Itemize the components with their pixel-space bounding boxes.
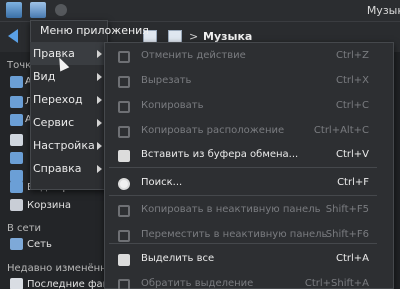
- edit-menu-item-shortcut: Shift+F5: [325, 204, 369, 215]
- place-item-network[interactable]: Сеть: [10, 236, 52, 252]
- place-icon[interactable]: [10, 114, 23, 126]
- app-menu-item-label: Вид: [33, 70, 56, 83]
- title-bar: Музык: [0, 0, 400, 22]
- edit-menu-item[interactable]: Поиск... Ctrl+F: [105, 172, 393, 197]
- edit-menu-item[interactable]: Вставить из буфера обмена... Ctrl+V: [105, 144, 393, 169]
- place-item-label: Корзина: [27, 199, 72, 211]
- copy-icon: [118, 101, 130, 113]
- application-menu-title: Меню приложения: [40, 24, 149, 37]
- network-heading: В сети: [7, 223, 42, 234]
- binoculars-icon: [118, 178, 130, 190]
- app-menu-item[interactable]: Справка: [30, 157, 108, 180]
- app-menu-item[interactable]: Сервис: [30, 111, 108, 134]
- copy-location-icon: [118, 126, 130, 138]
- place-icon[interactable]: [10, 152, 23, 164]
- chevron-right-icon: [97, 119, 102, 127]
- edit-menu-item-label: Переместить в неактивную панель: [141, 229, 328, 240]
- edit-menu-item[interactable]: Копировать расположение Ctrl+Alt+C: [105, 120, 393, 145]
- menu-separator: [109, 167, 377, 168]
- chevron-right-icon: [97, 142, 102, 150]
- edit-menu-item[interactable]: Вырезать Ctrl+X: [105, 70, 393, 95]
- app-menu-item[interactable]: Вид: [30, 65, 108, 88]
- edit-menu-item-shortcut: Ctrl+Shift+A: [304, 278, 369, 289]
- place-icon[interactable]: [10, 76, 23, 88]
- recent-files-icon: [10, 278, 23, 289]
- app-menu-item-label: Сервис: [33, 116, 75, 129]
- place-item-label: Последние файл: [27, 278, 116, 289]
- app-menu-item[interactable]: Правка: [30, 42, 108, 65]
- undo-icon: [118, 51, 130, 63]
- app-menu-item-label: Настройка: [33, 139, 95, 152]
- scissors-icon: [118, 76, 130, 88]
- edit-menu-item[interactable]: Выделить все Ctrl+A: [105, 248, 393, 273]
- edit-menu-item-label: Вставить из буфера обмена...: [141, 149, 299, 160]
- edit-menu-item-shortcut: Shift+F6: [325, 229, 369, 240]
- edit-menu-item-label: Выделить все: [141, 253, 215, 264]
- paste-icon: [118, 150, 130, 162]
- select-all-icon: [118, 254, 130, 266]
- edit-submenu: Отменить действие Ctrl+Z Вырезать Ctrl+X Коп…: [104, 42, 394, 289]
- window-menu-icon[interactable]: [30, 2, 46, 18]
- network-icon: [10, 238, 23, 250]
- edit-menu-item-shortcut: Ctrl+C: [335, 100, 369, 111]
- edit-menu-item-label: Отменить действие: [141, 50, 246, 61]
- edit-menu-item-shortcut: Ctrl+Z: [335, 50, 369, 61]
- menu-separator: [109, 195, 377, 196]
- edit-menu-item-label: Обратить выделение: [141, 278, 254, 289]
- edit-menu-item-shortcut: Ctrl+Alt+C: [313, 125, 369, 136]
- edit-menu-item-shortcut: Ctrl+F: [337, 177, 369, 188]
- edit-menu-item-label: Копировать расположение: [141, 125, 285, 136]
- chevron-right-icon: [97, 96, 102, 104]
- edit-menu-item[interactable]: Отменить действие Ctrl+Z: [105, 45, 393, 70]
- app-menu-item-label: Справка: [33, 162, 82, 175]
- edit-menu-item[interactable]: Обратить выделение Ctrl+Shift+A: [105, 273, 393, 289]
- app-menu-item[interactable]: Переход: [30, 88, 108, 111]
- back-arrow-icon[interactable]: [8, 29, 18, 43]
- edit-menu-item[interactable]: Копировать в неактивную панель Shift+F5: [105, 199, 393, 224]
- chevron-right-icon: [97, 50, 102, 58]
- move-to-panel-icon: [118, 230, 130, 242]
- trash-icon: [10, 199, 23, 211]
- chevron-right-icon: [97, 73, 102, 81]
- edit-menu-item[interactable]: Копировать Ctrl+C: [105, 95, 393, 120]
- app-menu-item-label: Переход: [33, 93, 83, 106]
- chevron-right-icon: [97, 165, 102, 173]
- edit-menu-item-shortcut: Ctrl+X: [335, 75, 369, 86]
- place-item-recent[interactable]: Последние файл: [10, 276, 116, 289]
- place-icon[interactable]: [10, 134, 23, 146]
- edit-menu-item[interactable]: Переместить в неактивную панель Shift+F6: [105, 224, 393, 249]
- edit-menu-item-shortcut: Ctrl+V: [335, 149, 369, 160]
- place-item-label: Сеть: [27, 238, 52, 250]
- copy-to-panel-icon: [118, 205, 130, 217]
- app-icon[interactable]: [6, 2, 22, 18]
- app-menu-item[interactable]: Настройка: [30, 134, 108, 157]
- place-item-trash[interactable]: Корзина: [10, 197, 71, 213]
- video-folder-icon: [10, 181, 23, 193]
- place-icon[interactable]: [10, 96, 23, 108]
- invert-selection-icon: [118, 279, 130, 289]
- app-menu-item-label: Правка: [33, 47, 75, 60]
- edit-menu-item-shortcut: Ctrl+A: [335, 253, 369, 264]
- recent-heading: Недавно изменённ: [7, 263, 107, 274]
- edit-menu-item-label: Вырезать: [141, 75, 192, 86]
- edit-menu-item-label: Поиск...: [141, 177, 183, 188]
- menu-separator: [109, 243, 377, 244]
- window-title: Музык: [366, 4, 400, 17]
- edit-menu-item-label: Копировать в неактивную панель: [141, 204, 321, 215]
- pin-icon[interactable]: [55, 4, 67, 16]
- edit-menu-item-label: Копировать: [141, 100, 204, 111]
